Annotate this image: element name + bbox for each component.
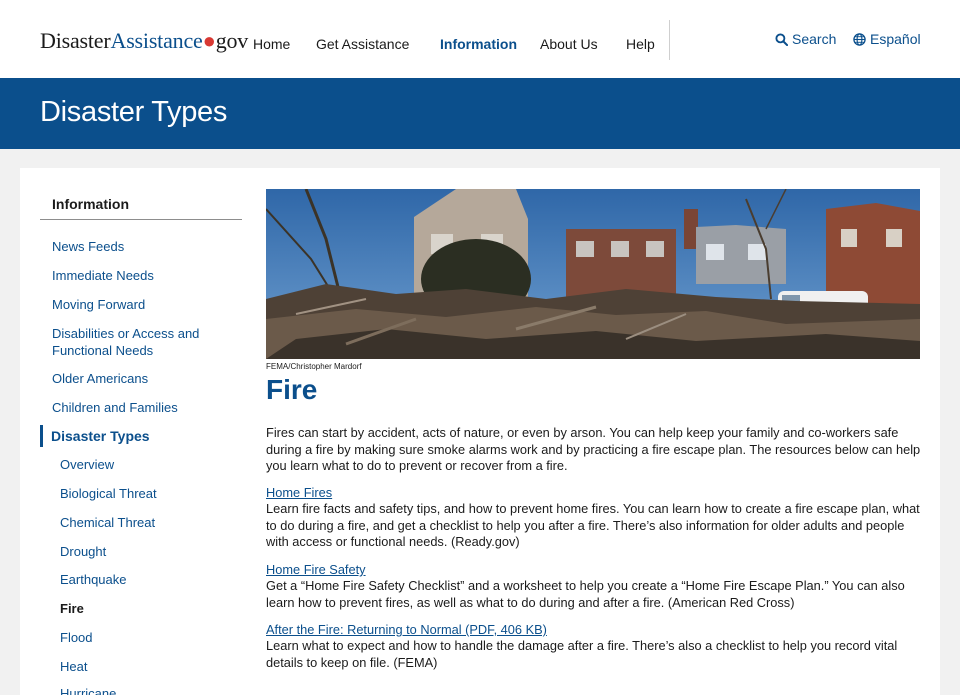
subnav-earthquake[interactable]: Earthquake xyxy=(60,572,127,587)
resource-desc-home-fires: Learn fire facts and safety tips, and ho… xyxy=(266,501,920,549)
globe-icon xyxy=(853,32,866,46)
logo-part-disaster: Disaster xyxy=(40,28,111,53)
nav-home[interactable]: Home xyxy=(253,36,290,52)
intro-paragraph: Fires can start by accident, acts of nat… xyxy=(266,425,921,473)
sidebar-item-older-americans[interactable]: Older Americans xyxy=(52,370,232,387)
sidebar-item-disabilities[interactable]: Disabilities or Access and Functional Ne… xyxy=(52,325,222,359)
sidebar-item-news-feeds[interactable]: News Feeds xyxy=(52,238,232,255)
sidebar-item-children-families[interactable]: Children and Families xyxy=(52,399,232,416)
subnav-flood[interactable]: Flood xyxy=(60,630,93,645)
language-link[interactable]: Español xyxy=(853,31,921,47)
logo-part-assistance: Assistance xyxy=(110,28,203,53)
resource-desc-after-the-fire: Learn what to expect and how to handle t… xyxy=(266,638,898,670)
sidebar-item-disaster-types[interactable]: Disaster Types xyxy=(40,425,150,447)
sidebar-item-moving-forward[interactable]: Moving Forward xyxy=(52,296,232,313)
site-header: DisasterAssistance●gov Home Get Assistan… xyxy=(0,0,960,78)
page-title: Disaster Types xyxy=(40,96,228,128)
site-logo[interactable]: DisasterAssistance●gov xyxy=(40,28,248,54)
language-label: Español xyxy=(870,31,921,47)
page-banner: Disaster Types xyxy=(0,78,960,149)
subnav-biological-threat[interactable]: Biological Threat xyxy=(60,486,157,501)
image-credit: FEMA/Christopher Mardorf xyxy=(266,362,362,371)
subnav-hurricane[interactable]: Hurricane xyxy=(60,686,116,695)
subnav-chemical-threat[interactable]: Chemical Threat xyxy=(60,515,155,530)
nav-divider xyxy=(669,20,670,60)
subnav-overview[interactable]: Overview xyxy=(60,457,114,472)
resource-desc-home-fire-safety: Get a “Home Fire Safety Checklist” and a… xyxy=(266,578,905,610)
search-label: Search xyxy=(792,31,837,47)
search-link[interactable]: Search xyxy=(775,31,836,47)
search-icon xyxy=(775,32,788,46)
article-title: Fire xyxy=(266,374,318,405)
nav-help[interactable]: Help xyxy=(626,36,655,52)
subnav-drought[interactable]: Drought xyxy=(60,544,106,559)
resource-link-after-the-fire[interactable]: After the Fire: Returning to Normal (PDF… xyxy=(266,622,547,637)
resource-link-home-fires[interactable]: Home Fires xyxy=(266,485,332,500)
nav-get-assistance[interactable]: Get Assistance xyxy=(316,36,409,52)
sidebar-item-immediate-needs[interactable]: Immediate Needs xyxy=(52,267,232,284)
sidebar-divider xyxy=(40,219,242,220)
nav-information[interactable]: Information xyxy=(440,36,517,52)
hero-image xyxy=(266,189,920,359)
logo-part-gov: gov xyxy=(215,28,249,53)
subnav-fire[interactable]: Fire xyxy=(60,601,84,616)
resource-link-home-fire-safety[interactable]: Home Fire Safety xyxy=(266,562,366,577)
nav-about-us[interactable]: About Us xyxy=(540,36,598,52)
sidebar-title: Information xyxy=(52,196,129,212)
subnav-heat[interactable]: Heat xyxy=(60,659,87,674)
logo-dot: ● xyxy=(202,28,216,53)
